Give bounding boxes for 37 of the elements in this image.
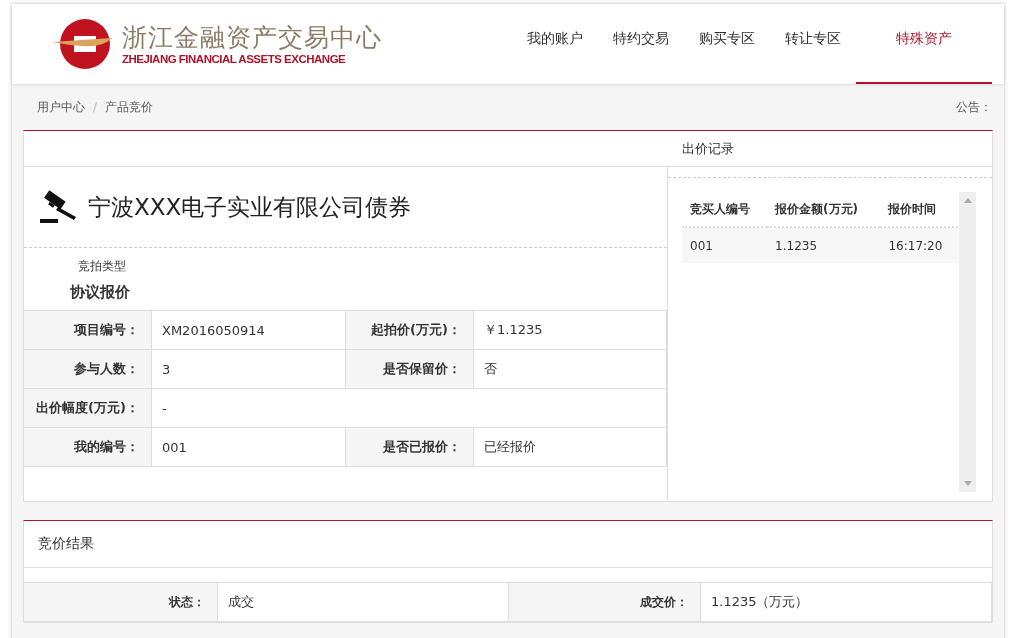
field-label: 是否已报价：	[346, 428, 474, 467]
logo-name: 浙江金融资产交易中心	[122, 23, 382, 53]
nav-tab[interactable]: 特殊资产	[856, 4, 992, 84]
logo-subtitle: ZHEJIANG FINANCIAL ASSETS EXCHANGE	[122, 53, 347, 65]
product-title: 宁波XXX电子实业有限公司债券	[88, 192, 412, 222]
breadcrumb-link[interactable]: 用户中心	[37, 98, 85, 116]
scroll-down-icon[interactable]	[963, 481, 972, 486]
table-cell: 001	[682, 227, 768, 263]
breadcrumb-separator: /	[93, 100, 98, 114]
notice-label: 公告：	[956, 98, 992, 116]
field-label: 是否保留价：	[346, 350, 474, 389]
field-label: 起拍价(万元)：	[346, 311, 474, 350]
field-label: 我的编号：	[24, 428, 152, 467]
breadcrumb-link[interactable]: 产品竞价	[105, 98, 154, 116]
table-cell: 1.1235	[767, 227, 881, 263]
field-label: 出价幅度(万元)：	[24, 389, 152, 428]
nav-tab[interactable]: 我的账户	[512, 4, 598, 84]
scrollbar[interactable]	[959, 192, 976, 492]
nav-tab[interactable]: 转让专区	[770, 4, 856, 84]
record-title: 出价记录	[682, 139, 735, 158]
field-label: 成交价：	[509, 583, 701, 622]
field-label: 状态：	[24, 583, 218, 622]
logo-icon	[52, 18, 114, 70]
nav-tab[interactable]: 购买专区	[684, 4, 770, 84]
field-value: 否	[474, 350, 667, 389]
auction-type: 协议报价	[70, 283, 131, 302]
field-value: ￥1.1235	[474, 311, 667, 350]
gavel-icon	[38, 189, 78, 225]
table-cell: 16:17:20	[880, 227, 958, 263]
auction-type-label: 竞拍类型	[78, 258, 127, 275]
field-label: 参与人数：	[24, 350, 152, 389]
field-label: 项目编号：	[24, 311, 152, 350]
scroll-up-icon[interactable]	[963, 198, 972, 203]
nav-tab[interactable]: 特约交易	[598, 4, 684, 84]
field-value: 1.1235（万元）	[701, 583, 992, 622]
result-title: 竞价结果	[38, 535, 94, 553]
field-value: 已经报价	[474, 428, 667, 467]
